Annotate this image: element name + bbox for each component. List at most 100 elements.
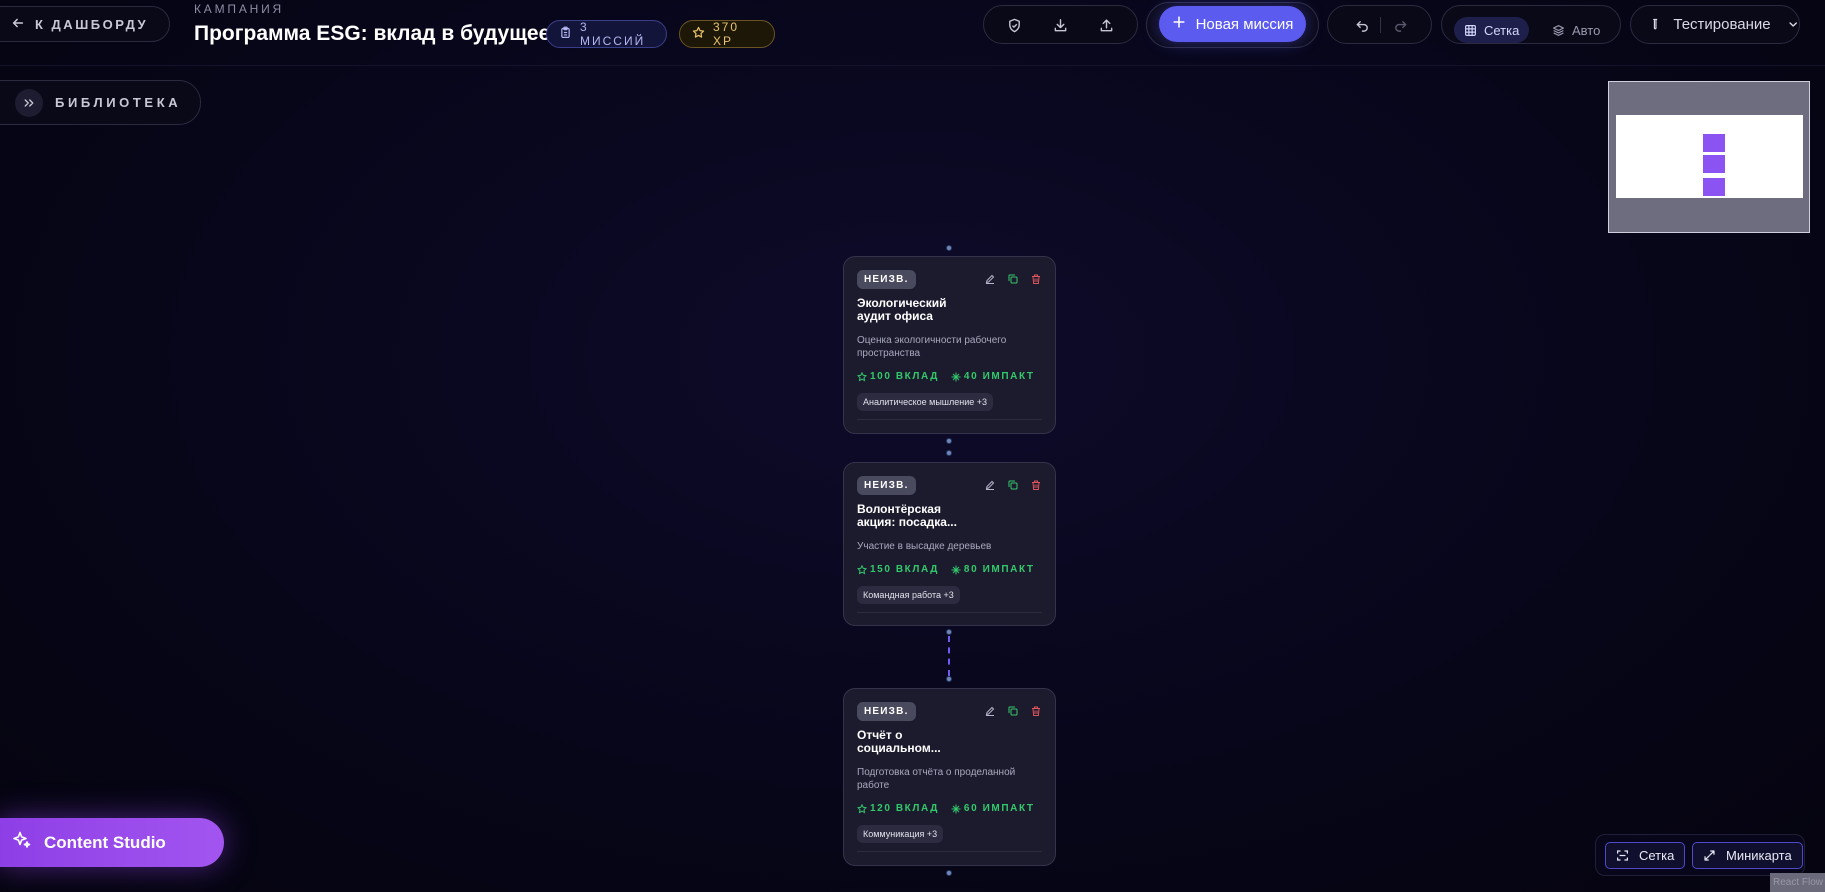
minimap-node (1703, 134, 1725, 152)
skill-tag: Аналитическое мышление +3 (857, 393, 994, 411)
grid-icon (1465, 24, 1476, 36)
content-studio-button[interactable]: Content Studio (0, 818, 224, 867)
minimap[interactable] (1608, 81, 1810, 233)
edit-button[interactable] (985, 480, 995, 490)
mission-description: Оценка экологичности рабочего пространст… (857, 335, 1007, 359)
card-actions (985, 274, 1041, 284)
redo-button[interactable] (1390, 15, 1410, 35)
impact-stat: 40 ИМПАКТ (951, 371, 1035, 382)
copy-icon (1008, 706, 1018, 716)
minimap-node (1703, 178, 1725, 196)
node-handle-top[interactable] (946, 450, 952, 456)
content-studio-label: Content Studio (44, 832, 166, 852)
star-icon (857, 564, 867, 574)
card-divider (857, 419, 1042, 420)
card-actions (985, 706, 1041, 716)
view-grid-toggle[interactable]: Сетка (1454, 17, 1530, 43)
mission-description: Подготовка отчёта о проделанной работе (857, 767, 1016, 791)
pencil-icon (985, 480, 995, 490)
star-icon (857, 371, 867, 381)
xp-badge: 370 XP (679, 20, 775, 48)
scan-icon (1617, 850, 1628, 861)
fit-view-button[interactable]: Сетка (1605, 842, 1686, 869)
pencil-icon (985, 274, 995, 284)
environment-label: Тестирование (1673, 16, 1771, 33)
view-auto-toggle[interactable]: Авто (1542, 17, 1610, 43)
arrow-left-icon (11, 16, 25, 33)
layers-icon (1553, 24, 1564, 36)
trash-icon (1032, 706, 1040, 716)
view-toggle-group: Сетка Авто (1441, 5, 1621, 44)
trash-icon (1032, 480, 1040, 490)
duplicate-button[interactable] (1008, 480, 1018, 490)
view-grid-label: Сетка (1484, 22, 1520, 38)
trash-icon (1032, 274, 1040, 284)
edit-button[interactable] (985, 274, 995, 284)
card-divider (857, 851, 1042, 852)
node-handle-bottom[interactable] (946, 629, 952, 635)
mission-title: Отчёт о социальном... (857, 728, 941, 755)
attribution-link[interactable]: React Flow (1770, 873, 1825, 892)
sparkle-icon (951, 372, 961, 381)
new-mission-label: Новая миссия (1195, 15, 1294, 33)
chevron-down-icon (1789, 22, 1797, 27)
shield-check-icon (1008, 18, 1020, 32)
mission-stats: 100 ВКЛАД 40 ИМПАКТ (857, 371, 1042, 382)
delete-button[interactable] (1031, 706, 1041, 716)
minimap-toggle-button[interactable]: Миникарта (1692, 842, 1803, 869)
xp-label: 370 XP (713, 20, 740, 48)
undo-icon (1356, 20, 1368, 32)
node-handle-bottom[interactable] (946, 870, 952, 876)
mission-edge[interactable] (948, 636, 950, 676)
history-divider (1380, 17, 1381, 33)
download-button[interactable] (1050, 15, 1070, 35)
node-handle-top[interactable] (946, 676, 952, 682)
history-group (1327, 5, 1432, 44)
page-kicker: КАМПАНИЯ (194, 2, 284, 16)
minimap-label: Миникарта (1726, 848, 1792, 863)
file-tools-group (983, 5, 1138, 44)
mission-card[interactable]: НЕИЗВ. Отчёт о социальном... Подготовка … (843, 688, 1056, 866)
back-to-dashboard-button[interactable]: К ДАШБОРДУ (0, 6, 170, 42)
copy-icon (1008, 274, 1018, 284)
node-handle-top[interactable] (946, 245, 952, 251)
mission-stats: 150 ВКЛАД 80 ИМПАКТ (857, 564, 1042, 575)
missions-count-label: 3 МИССИЙ (580, 20, 646, 48)
page-title: Программа ESG: вклад в будущее (194, 22, 551, 45)
edit-button[interactable] (985, 706, 995, 716)
card-divider (857, 612, 1042, 613)
undo-button[interactable] (1352, 15, 1372, 35)
mission-card[interactable]: НЕИЗВ. Волонтёрская акция: посадка... Уч… (843, 462, 1056, 626)
chevrons-right-icon (15, 88, 43, 117)
delete-button[interactable] (1031, 480, 1041, 490)
delete-button[interactable] (1031, 274, 1041, 284)
duplicate-button[interactable] (1008, 706, 1018, 716)
fit-view-label: Сетка (1639, 848, 1675, 863)
redo-icon (1394, 20, 1406, 32)
copy-icon (1008, 480, 1018, 490)
new-mission-button[interactable]: Новая миссия (1159, 6, 1306, 42)
mission-title: Волонтёрская акция: посадка... (857, 502, 957, 529)
minimap-node (1703, 155, 1725, 173)
test-tube-icon (1653, 18, 1658, 30)
canvas-controls: Сетка Миникарта (1595, 834, 1805, 876)
star-icon (692, 26, 705, 42)
expand-icon (1704, 850, 1715, 861)
environment-select[interactable]: Тестирование (1630, 5, 1800, 44)
sparkles-icon (12, 830, 32, 855)
sparkle-icon (951, 804, 961, 813)
mission-card[interactable]: НЕИЗВ. Экологический аудит офиса Оценка … (843, 256, 1056, 434)
card-actions (985, 480, 1041, 490)
skill-tag: Коммуникация +3 (857, 825, 944, 843)
validate-button[interactable] (1004, 15, 1024, 35)
contribution-stat: 100 ВКЛАД (857, 371, 939, 382)
upload-button[interactable] (1096, 15, 1116, 35)
node-handle-bottom[interactable] (946, 438, 952, 444)
mission-title: Экологический аудит офиса (857, 296, 947, 323)
duplicate-button[interactable] (1008, 274, 1018, 284)
view-auto-label: Авто (1572, 22, 1601, 38)
library-toggle-button[interactable]: БИБЛИОТЕКА (0, 80, 201, 125)
status-badge: НЕИЗВ. (857, 702, 916, 721)
back-label: К ДАШБОРДУ (35, 16, 149, 32)
top-bar: К ДАШБОРДУ КАМПАНИЯ Программа ESG: вклад… (0, 0, 1825, 66)
